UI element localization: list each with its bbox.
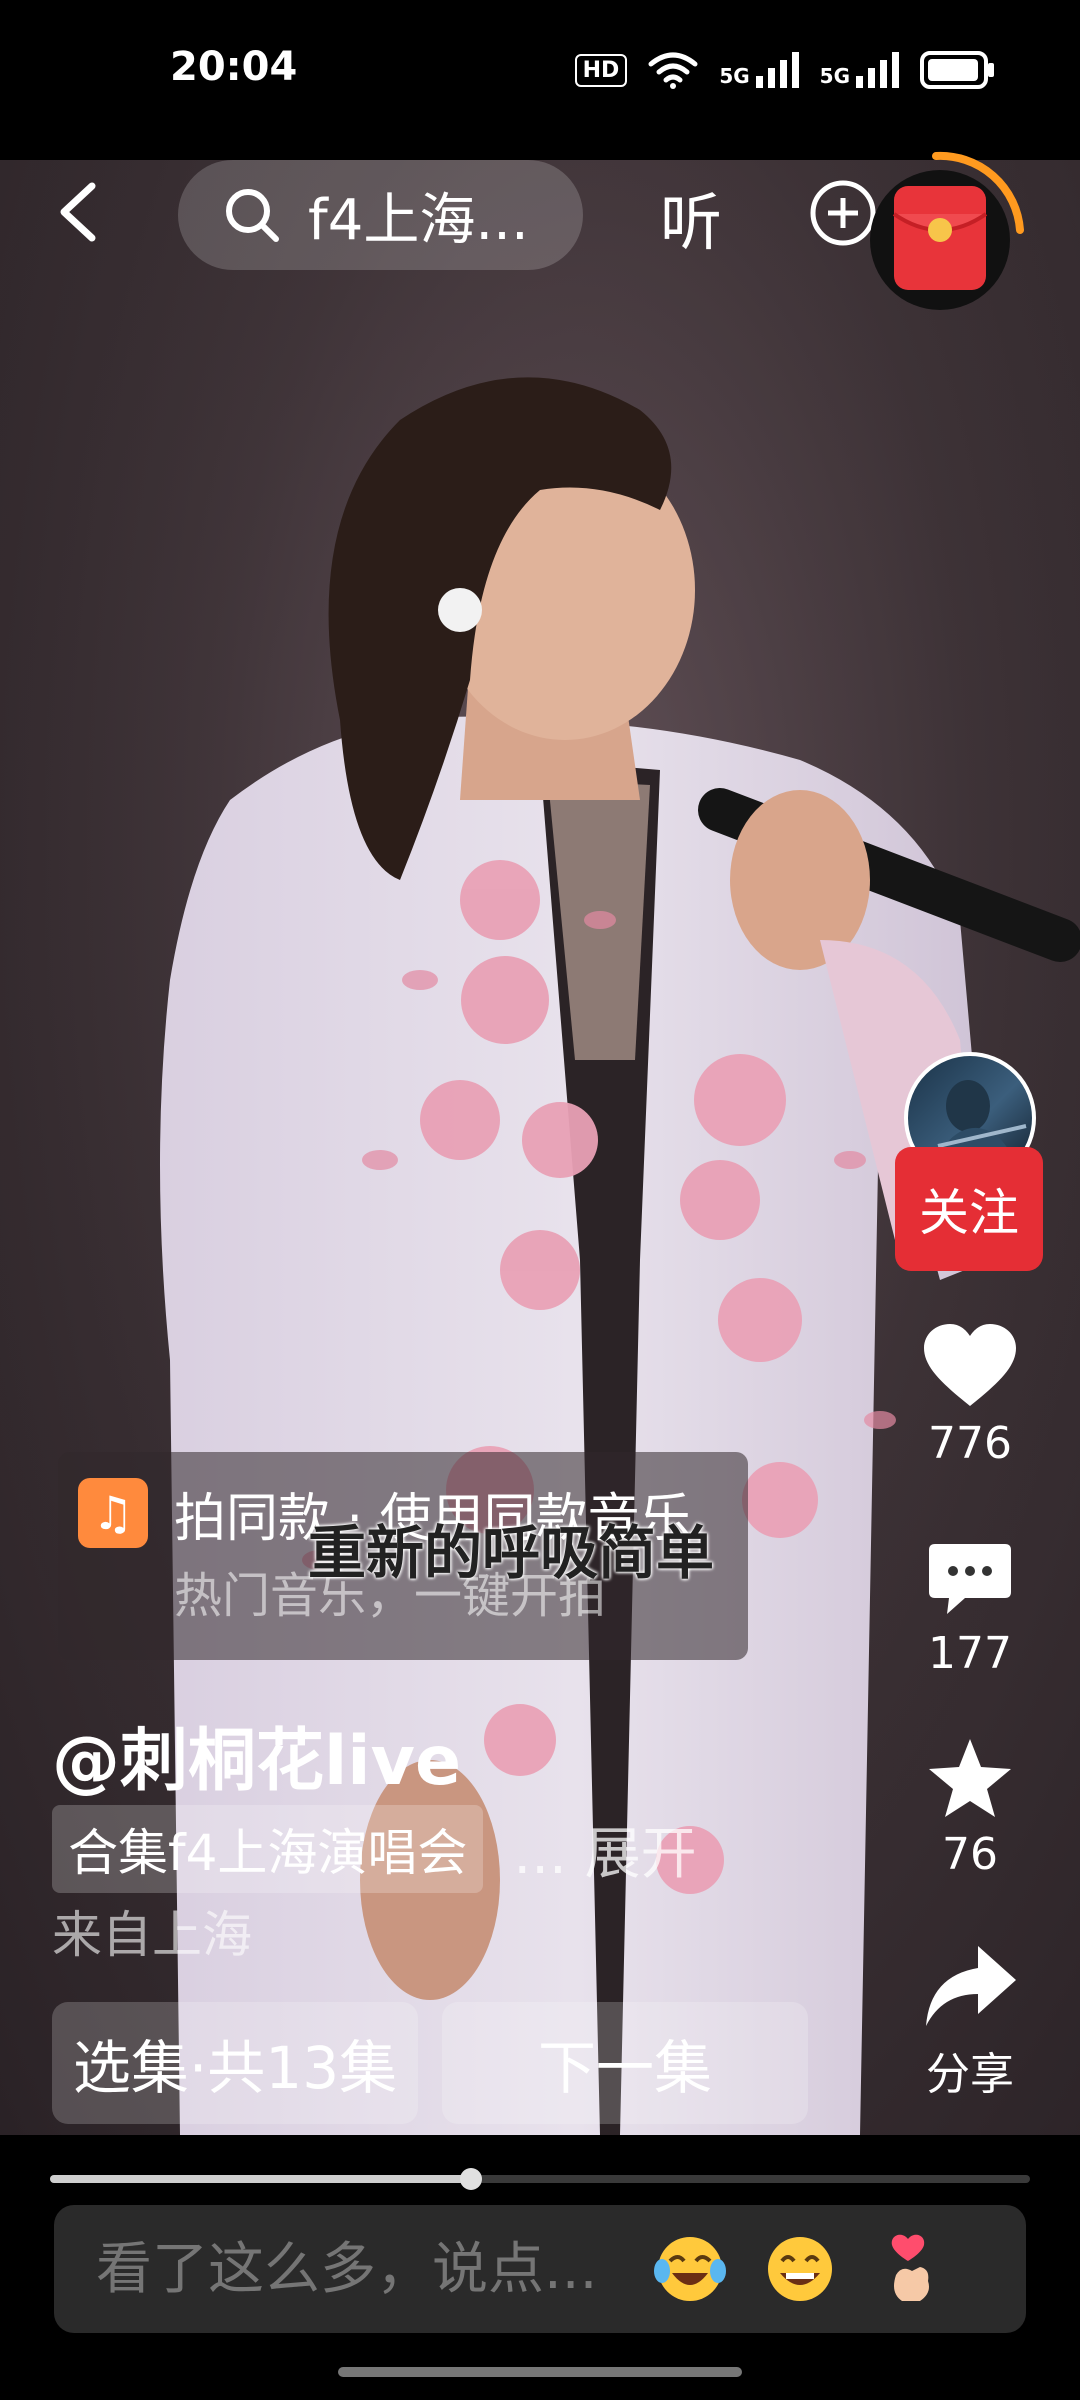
favorite-count: 76 <box>942 1829 998 1880</box>
next-episode-button[interactable]: 下一集 <box>442 2002 808 2124</box>
expand-link[interactable]: ... 展开 <box>513 1809 696 1890</box>
bottom-area <box>0 2135 1080 2400</box>
music-note-icon: ♫ <box>78 1478 148 1548</box>
comment-icon <box>929 1544 1011 1614</box>
search-icon <box>226 189 279 242</box>
like-button[interactable]: 776 <box>900 1320 1040 1469</box>
location-text: 来自上海 <box>52 1906 252 1964</box>
collection-tag[interactable]: 合集f4上海演唱会 <box>52 1805 484 1893</box>
search-bar[interactable]: f4上海... <box>178 160 583 270</box>
home-indicator[interactable] <box>338 2367 742 2377</box>
share-arrow-icon <box>926 1946 1016 2026</box>
progress-thumb[interactable] <box>460 2168 483 2190</box>
comment-button[interactable]: 177 <box>900 1540 1040 1679</box>
comment-count: 177 <box>928 1628 1012 1679</box>
app-screen: 20:04 HD 5G 5G f4上海... 听 关注 776 177 76 分… <box>0 0 1080 2400</box>
episode-select-button[interactable]: 选集·共13集 <box>52 2002 418 2124</box>
wifi-icon <box>647 50 699 90</box>
hd-badge: HD <box>574 53 628 87</box>
signal-icon-2: 5G <box>820 52 900 88</box>
collection-row: 合集f4上海演唱会 ... 展开 <box>52 1805 697 1893</box>
listen-button[interactable]: 听 <box>660 172 722 262</box>
status-icons: HD 5G 5G <box>574 50 996 90</box>
comment-input[interactable] <box>94 2205 658 2335</box>
finger-heart-emoji[interactable] <box>872 2231 948 2307</box>
star-icon <box>929 1739 1011 1817</box>
progress-bar[interactable] <box>50 2168 1030 2190</box>
share-label: 分享 <box>926 2049 1014 2100</box>
comment-bar <box>54 2205 1026 2335</box>
grinning-emoji[interactable] <box>762 2231 838 2307</box>
like-count: 776 <box>928 1418 1012 1469</box>
status-bar: 20:04 HD 5G 5G <box>0 0 1080 150</box>
back-button[interactable] <box>48 172 108 252</box>
red-envelope-icon[interactable] <box>856 150 1024 318</box>
favorite-button[interactable]: 76 <box>900 1735 1040 1880</box>
follow-button[interactable]: 关注 <box>895 1147 1043 1271</box>
top-bar: f4上海... 听 <box>0 150 1080 310</box>
share-button[interactable]: 分享 <box>900 1940 1040 2102</box>
episode-buttons: 选集·共13集 下一集 <box>52 2002 808 2124</box>
status-time: 20:04 <box>170 44 298 90</box>
signal-icon-1: 5G <box>719 52 799 88</box>
battery-icon <box>920 51 996 89</box>
lyric-subtitle: 重新的呼吸简单 <box>308 1519 715 1587</box>
progress-fill <box>50 2175 472 2183</box>
search-query: f4上海... <box>308 187 529 253</box>
author-name[interactable]: @刺桐花live <box>52 1705 461 1804</box>
laughing-tears-emoji[interactable] <box>652 2231 728 2307</box>
heart-icon <box>924 1324 1016 1406</box>
chevron-left-icon <box>60 182 96 242</box>
